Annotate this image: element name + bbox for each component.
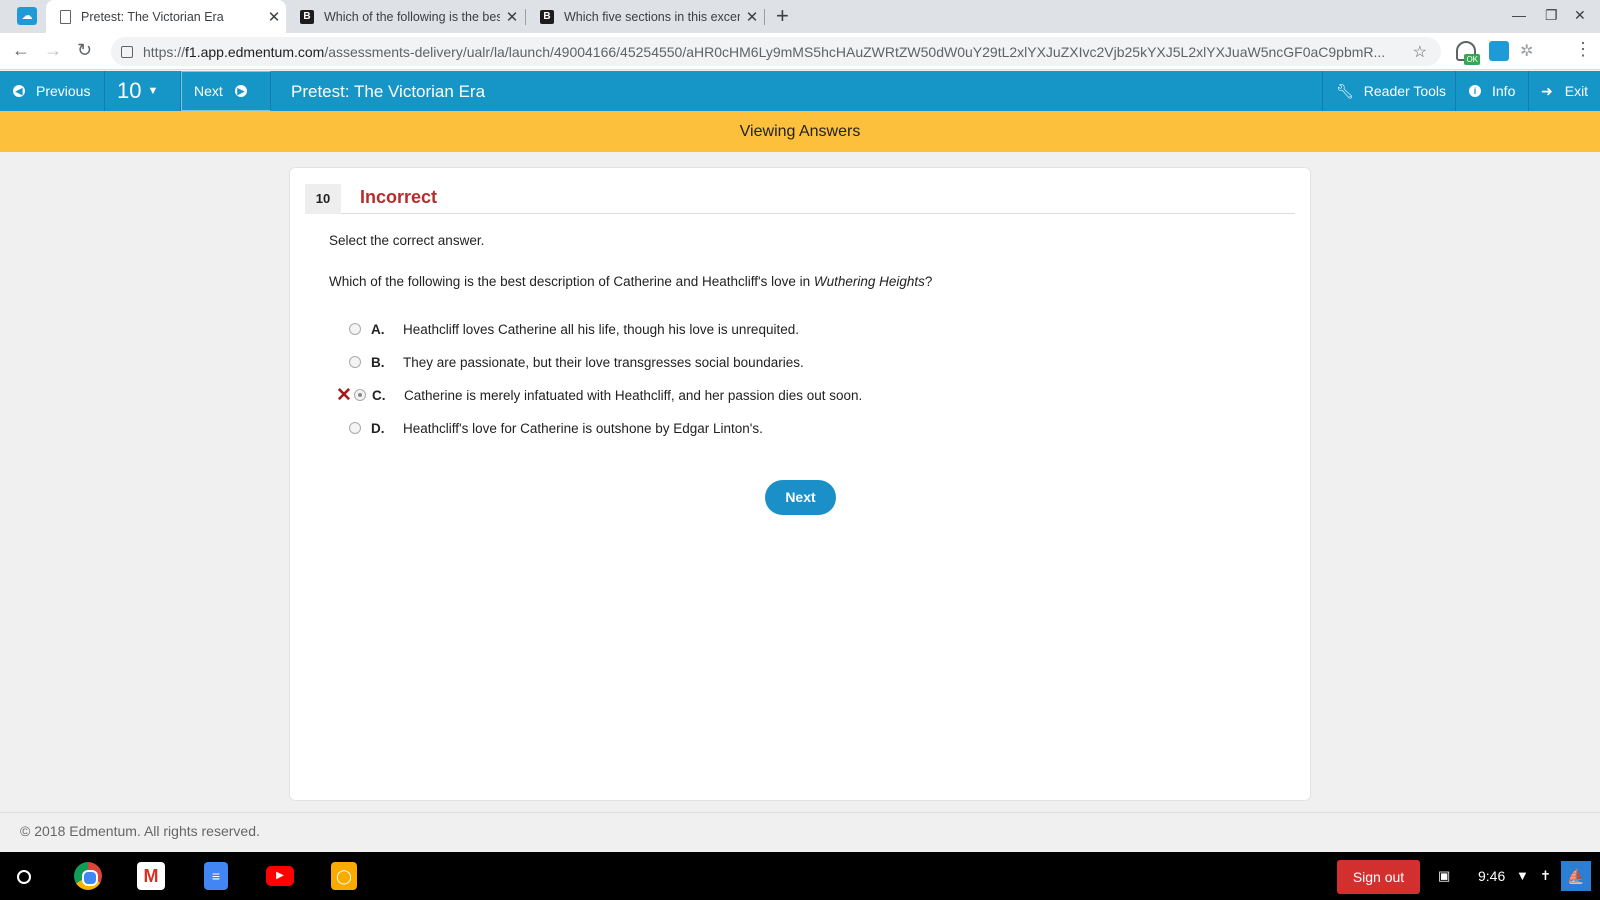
arrow-right-circle-icon: ▶ <box>234 85 247 97</box>
tab-title: Which five sections in this excerp <box>564 9 740 24</box>
brainly-icon: B <box>540 9 554 24</box>
docs-icon[interactable]: ≡ <box>204 862 228 890</box>
launcher-icon[interactable] <box>17 870 31 884</box>
window-close-icon[interactable]: ✕ <box>1574 7 1586 24</box>
info-icon: i <box>1469 85 1481 97</box>
radio-button-selected[interactable] <box>354 389 366 401</box>
next-label: Next <box>194 83 223 99</box>
info-button[interactable]: i Info <box>1456 71 1529 111</box>
wifi-icon[interactable]: ▼ <box>1516 868 1529 883</box>
browser-tab-strip: ☁ Pretest: The Victorian Era ✕ B Which o… <box>0 0 1600 33</box>
reader-tools-button[interactable]: 🔧︎ Reader Tools <box>1322 71 1456 111</box>
youtube-icon[interactable]: ▶ <box>266 866 294 886</box>
brainly-icon: B <box>300 9 314 24</box>
assessment-nav-bar: ◀ Previous 10 ▼ Next ▶ Pretest: The Vict… <box>0 71 1600 111</box>
user-avatar[interactable]: ⛵ <box>1561 861 1591 891</box>
question-number: 10 <box>117 78 142 103</box>
keep-icon[interactable]: ◯ <box>331 862 357 890</box>
book-title: Wuthering Heights <box>813 274 925 289</box>
page-footer: © 2018 Edmentum. All rights reserved. <box>0 812 1600 852</box>
tab-title: Which of the following is the bes <box>324 9 500 24</box>
reader-tools-label: Reader Tools <box>1363 83 1447 99</box>
arrow-left-circle-icon: ◀ <box>13 85 25 97</box>
viewing-answers-banner: Viewing Answers <box>0 111 1600 152</box>
radio-button[interactable] <box>349 422 361 434</box>
screenshot-icon[interactable]: ▣ <box>1438 868 1450 884</box>
close-tab-icon[interactable]: ✕ <box>500 8 524 26</box>
site-info-icon[interactable] <box>121 45 133 58</box>
gmail-icon[interactable]: M <box>137 862 165 890</box>
assessment-title: Pretest: The Victorian Era <box>291 82 486 101</box>
result-status: Incorrect <box>360 187 438 207</box>
next-nav-button[interactable]: Next ▶ <box>181 71 271 111</box>
question-number-badge: 10 <box>305 184 341 214</box>
answer-choice-c[interactable]: ✕ C. Catherine is merely infatuated with… <box>334 383 862 407</box>
os-shelf: M ≡ ▶ ◯ Sign out ▣ 9:46 ▼ ✝ ⛵ <box>0 852 1600 900</box>
question-card: 10 Incorrect Select the correct answer. … <box>289 167 1311 801</box>
extension-icon[interactable]: OK <box>1456 41 1480 65</box>
tab-pretest[interactable]: Pretest: The Victorian Era ✕ <box>46 0 286 33</box>
forward-icon[interactable]: → <box>44 40 62 61</box>
choice-letter: A. <box>371 321 385 337</box>
chrome-icon[interactable] <box>74 862 102 890</box>
edmentum-extension-icon[interactable] <box>1489 41 1509 61</box>
answer-choice-a[interactable]: A. Heathcliff loves Catherine all his li… <box>329 317 799 341</box>
exit-label: Exit <box>1564 83 1589 99</box>
question-prompt: Select the correct answer. <box>329 233 485 248</box>
answer-choice-d[interactable]: D. Heathcliff's love for Catherine is ou… <box>329 416 763 440</box>
sign-out-icon: ➜ <box>1541 82 1553 99</box>
tab-separator <box>764 9 765 25</box>
restore-icon[interactable]: ❐ <box>1545 7 1558 24</box>
radio-button[interactable] <box>349 323 361 335</box>
tab-title: Pretest: The Victorian Era <box>81 9 224 24</box>
bookmark-star-icon[interactable]: ☆ <box>1413 42 1427 62</box>
question-header: 10 Incorrect <box>305 184 1295 214</box>
page-icon <box>60 9 71 24</box>
tab-brainly-2[interactable]: B Which five sections in this excerp ✕ <box>526 0 764 33</box>
question-selector[interactable]: 10 ▼ <box>105 71 181 111</box>
choice-text: Heathcliff's love for Catherine is outsh… <box>403 420 763 436</box>
tab-brainly-1[interactable]: B Which of the following is the bes ✕ <box>286 0 524 33</box>
reload-icon[interactable]: ↻ <box>77 40 92 61</box>
radio-button[interactable] <box>349 356 361 368</box>
answer-choice-b[interactable]: B. They are passionate, but their love t… <box>329 350 804 374</box>
next-button[interactable]: Next <box>765 480 836 515</box>
minimize-icon[interactable]: — <box>1512 7 1526 23</box>
close-tab-icon[interactable]: ✕ <box>740 8 764 26</box>
choice-letter: C. <box>372 387 386 403</box>
previous-button[interactable]: ◀ Previous <box>0 71 105 111</box>
close-tab-icon[interactable]: ✕ <box>262 8 286 26</box>
extension-badge: OK <box>1464 54 1480 65</box>
choice-letter: B. <box>371 354 385 370</box>
browser-toolbar: ← → ↻ https://f1.app.edmentum.com/assess… <box>0 33 1600 70</box>
previous-label: Previous <box>36 83 91 99</box>
choice-text: Catherine is merely infatuated with Heat… <box>404 387 863 403</box>
choice-text: Heathcliff loves Catherine all his life,… <box>403 321 799 337</box>
new-tab-button[interactable]: + <box>776 3 789 29</box>
exit-button[interactable]: ➜ Exit <box>1529 71 1600 111</box>
choice-text: They are passionate, but their love tran… <box>403 354 804 370</box>
edmentum-app-icon[interactable]: ☁ <box>17 7 37 25</box>
url-text[interactable]: https://f1.app.edmentum.com/assessments-… <box>143 44 1413 60</box>
sign-out-button[interactable]: Sign out <box>1337 860 1420 894</box>
extensions-puzzle-icon[interactable]: ✲ <box>1520 41 1540 61</box>
accessibility-icon[interactable]: ✝ <box>1540 868 1551 884</box>
incorrect-x-icon: ✕ <box>336 384 352 406</box>
copyright-text: © 2018 Edmentum. All rights reserved. <box>20 823 260 839</box>
chevron-down-icon: ▼ <box>147 85 159 97</box>
question-text: Which of the following is the best descr… <box>329 274 933 289</box>
clock[interactable]: 9:46 <box>1478 868 1505 884</box>
browser-menu-icon[interactable]: ⋮ <box>1574 39 1592 60</box>
choice-letter: D. <box>371 420 385 436</box>
back-icon[interactable]: ← <box>12 40 30 61</box>
wrench-icon: 🔧︎ <box>1336 82 1354 99</box>
info-label: Info <box>1492 83 1516 99</box>
address-bar[interactable]: https://f1.app.edmentum.com/assessments-… <box>111 37 1441 66</box>
